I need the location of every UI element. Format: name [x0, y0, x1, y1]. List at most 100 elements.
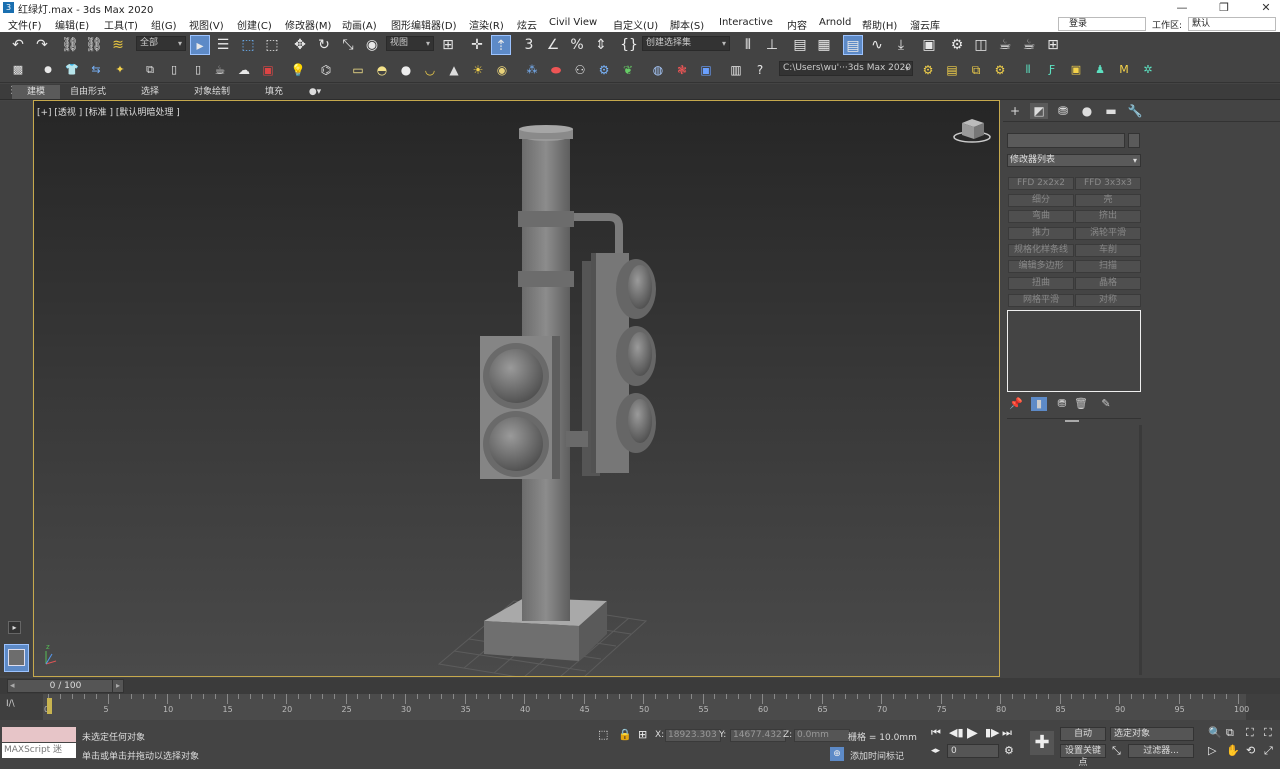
project-gear-icon[interactable]: ⚙ — [918, 60, 938, 80]
expand-viewport-layout-icon[interactable]: ▸ — [8, 621, 21, 634]
zoom-extents-all-icon[interactable]: ⛶ — [1264, 726, 1272, 740]
help-icon[interactable]: ? — [750, 60, 770, 80]
clone-icon[interactable]: ⧉ — [140, 60, 160, 80]
render-setup-icon[interactable]: ⚙ — [947, 35, 967, 55]
panel-scrollbar[interactable] — [1139, 425, 1142, 675]
time-prev-icon[interactable]: ◂ — [10, 680, 15, 692]
prev-frame-icon[interactable]: ◀▮ — [949, 726, 964, 740]
menu-tools[interactable]: 工具(T) — [104, 17, 138, 32]
scene-explorer-icon[interactable]: ▤ — [790, 35, 810, 55]
display-tab-icon[interactable]: ▬ — [1102, 103, 1120, 119]
next-frame-icon[interactable]: ▮▶ — [985, 726, 1000, 740]
cone-icon[interactable]: ▲ — [444, 60, 464, 80]
point-helper-icon[interactable]: ● — [38, 60, 58, 80]
modifier-button[interactable]: 对称 — [1075, 294, 1141, 307]
make-unique-icon[interactable]: ⛃ — [1054, 397, 1070, 411]
teapot-icon[interactable]: ☕ — [210, 60, 230, 80]
mirror-icon[interactable]: ⫴ — [738, 35, 758, 55]
utilities-tab-icon[interactable]: 🔧 — [1126, 103, 1144, 119]
key-mode-toggle-icon[interactable]: ◂▸ — [931, 744, 940, 758]
menu-help[interactable]: 帮助(H) — [862, 17, 897, 32]
current-frame-marker[interactable] — [47, 698, 52, 714]
modifier-button[interactable]: 规格化样条线 — [1008, 244, 1074, 257]
menu-rendering[interactable]: 渲染(R) — [469, 17, 504, 32]
spinner-snap-icon[interactable]: ⇕ — [591, 35, 611, 55]
connect-icon[interactable]: ⚇ — [570, 60, 590, 80]
menu-xuanyun[interactable]: 炫云 — [517, 17, 537, 32]
modifier-button[interactable]: FFD 2x2x2 — [1008, 177, 1074, 190]
maximize-viewport-icon[interactable]: ⤢ — [1264, 744, 1273, 758]
plant-icon[interactable]: ❦ — [618, 60, 638, 80]
wand-icon[interactable]: ✦ — [110, 60, 130, 80]
viewcube-icon[interactable] — [953, 119, 991, 143]
key-filters-button[interactable]: 过滤器... — [1128, 744, 1194, 758]
keyboard-shortcut-toggle-icon[interactable]: ⇡ — [491, 35, 511, 55]
pivot-center-icon[interactable]: ⊞ — [438, 35, 458, 55]
cloud-icon[interactable]: ☁ — [234, 60, 254, 80]
set-key-button[interactable]: 设置关键点 — [1060, 744, 1106, 768]
mini-curve-editor-icon[interactable]: I/\ — [6, 699, 15, 709]
container-icon[interactable]: ▩ — [8, 60, 28, 80]
ribbon-options-icon[interactable]: ●▾ — [304, 85, 326, 99]
selection-lock-icon[interactable]: 🔒 — [618, 728, 632, 742]
select-manipulate-icon[interactable]: ✛ — [467, 35, 487, 55]
plane-icon[interactable]: ▭ — [348, 60, 368, 80]
menu-customize[interactable]: 自定义(U) — [613, 17, 658, 32]
time-slider[interactable]: ◂ 0 / 100 — [7, 679, 124, 693]
menu-create[interactable]: 创建(C) — [237, 17, 272, 32]
select-object-icon[interactable]: ▸ — [190, 35, 210, 55]
time-next-icon[interactable]: ▸ — [112, 679, 124, 693]
hemisphere-icon[interactable]: ◓ — [372, 60, 392, 80]
render-production-icon[interactable]: ☕ — [995, 35, 1015, 55]
project-path-dropdown[interactable]: C:\Users\wu'···3ds Max 2020 — [779, 61, 913, 76]
hierarchy-tab-icon[interactable]: ⛃ — [1054, 103, 1072, 119]
tab-populate[interactable]: 填充 — [250, 85, 298, 99]
modifier-button[interactable]: 扫描 — [1075, 260, 1141, 273]
gear-blue-icon[interactable]: ⚙ — [594, 60, 614, 80]
plugin-b-icon[interactable]: Ƒ — [1042, 60, 1062, 80]
material-editor-icon[interactable]: ▣ — [919, 35, 939, 55]
modifier-button[interactable]: 网格平滑 — [1008, 294, 1074, 307]
plugin-m-icon[interactable]: M — [1114, 60, 1134, 80]
menu-graph-editors[interactable]: 图形编辑器(D) — [391, 17, 457, 32]
current-frame-spinner[interactable]: 0 — [947, 744, 999, 758]
isolate-selection-icon[interactable]: ⬚ — [598, 728, 608, 742]
viewport-layout-thumbnail[interactable] — [4, 644, 29, 672]
time-tag-icon[interactable]: ⊕ — [830, 747, 844, 761]
scale-icon[interactable]: ⤡ — [338, 35, 358, 55]
modifier-button[interactable]: 涡轮平滑 — [1075, 227, 1141, 240]
window-crossing-icon[interactable]: ⬚ — [262, 35, 282, 55]
auto-key-button[interactable]: 自动 — [1060, 727, 1106, 741]
file-icon[interactable]: ▯ — [188, 60, 208, 80]
modifier-button[interactable]: 壳 — [1075, 194, 1141, 207]
rendered-frame-window-icon[interactable]: ◫ — [971, 35, 991, 55]
show-end-result-icon[interactable]: ▮ — [1031, 397, 1047, 411]
menu-modifiers[interactable]: 修改器(M) — [285, 17, 331, 32]
menu-group[interactable]: 组(G) — [151, 17, 177, 32]
edit-named-selection-icon[interactable]: {} — [619, 35, 639, 55]
maxscript-listener-output[interactable] — [2, 727, 76, 742]
close-icon[interactable]: ✕ — [1252, 0, 1280, 16]
align-icon[interactable]: ⊥ — [762, 35, 782, 55]
disc-light-icon[interactable]: ◉ — [492, 60, 512, 80]
curve-editor-icon[interactable]: ∿ — [867, 35, 887, 55]
menu-edit[interactable]: 编辑(E) — [55, 17, 89, 32]
set-key-big-icon[interactable]: ✚ — [1030, 731, 1054, 755]
selection-filter-dropdown[interactable]: 全部 — [136, 36, 186, 51]
x-coordinate-field[interactable]: 18923.303 — [665, 729, 721, 742]
snaps-toggle-icon[interactable]: 3 — [519, 35, 539, 55]
object-name-field[interactable] — [1007, 133, 1125, 148]
time-config-icon[interactable]: ⚙ — [1004, 744, 1014, 758]
unlink-icon[interactable]: ⛓ — [84, 35, 104, 55]
percent-snap-icon[interactable]: % — [567, 35, 587, 55]
menu-civil-view[interactable]: Civil View — [549, 17, 597, 28]
plugin-gear-icon[interactable]: ✲ — [1138, 60, 1158, 80]
maximize-icon[interactable]: ❐ — [1210, 0, 1238, 16]
modifier-button[interactable]: FFD 3x3x3 — [1075, 177, 1141, 190]
create-tab-icon[interactable]: + — [1006, 103, 1024, 119]
perspective-viewport[interactable]: [+] [透视 ] [标准 ] [默认明暗处理 ] z — [33, 100, 1000, 677]
render-iterative-icon[interactable]: ☕ — [1019, 35, 1039, 55]
menu-interactive[interactable]: Interactive — [719, 17, 773, 28]
sphere-icon[interactable]: ● — [396, 60, 416, 80]
menu-file[interactable]: 文件(F) — [8, 17, 42, 32]
